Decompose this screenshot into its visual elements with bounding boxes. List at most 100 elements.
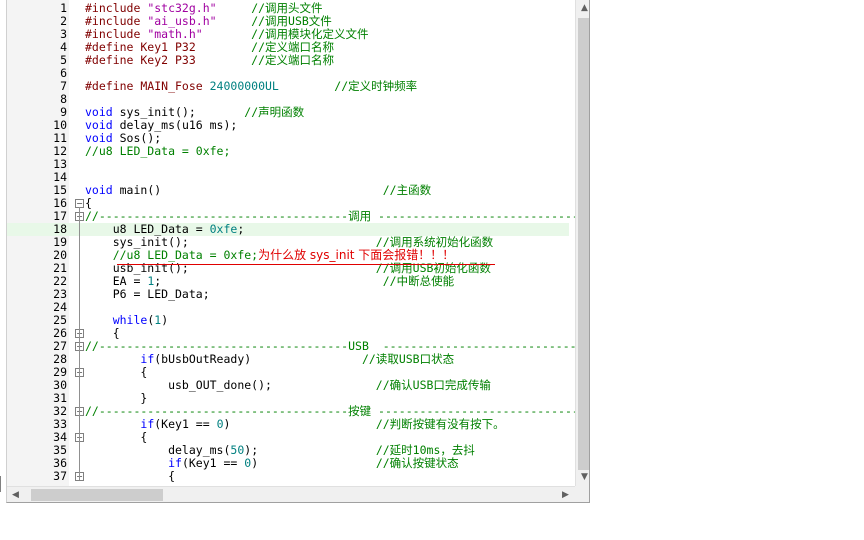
- scroll-down-button[interactable]: ▼: [576, 469, 589, 486]
- code-token: void: [85, 183, 113, 197]
- code-token: //调用USB文件: [251, 14, 332, 28]
- code-token: {: [85, 326, 120, 340]
- line-number: 7: [60, 79, 67, 93]
- code-token: delay_ms(u16 ms);: [112, 118, 238, 132]
- code-token: //延时10ms，去抖: [375, 443, 475, 457]
- code-token: void: [85, 131, 113, 145]
- code-line[interactable]: 13: [7, 158, 569, 171]
- code-line[interactable]: 7 #define MAIN_Fose 24000000UL //定义时钟频率: [7, 80, 569, 93]
- code-token: //确认USB口完成传输: [375, 378, 491, 392]
- code-token: #define Key1 P32: [85, 40, 252, 54]
- code-editor[interactable]: 1 #include "stc32g.h" //调用头文件 2 #include "a…: [6, 0, 590, 503]
- code-token: {: [85, 469, 176, 483]
- code-text: //u8 LED_Data = 0xfe;: [85, 145, 230, 158]
- window-edge: [0, 476, 4, 492]
- code-token: //调用模块化定义文件: [251, 27, 369, 41]
- code-token: "math.h": [147, 27, 203, 41]
- horizontal-scroll-thumb[interactable]: [31, 489, 163, 501]
- code-token: ): [251, 456, 376, 470]
- code-token: sys_init();: [85, 235, 376, 249]
- code-token: 0: [216, 417, 224, 431]
- code-token: Sos();: [112, 131, 162, 145]
- horizontal-scrollbar[interactable]: ◀ ▶: [7, 486, 575, 502]
- scrollbar-corner: [575, 486, 589, 502]
- code-token: if: [168, 456, 182, 470]
- code-token: 50: [230, 443, 245, 457]
- code-text: P6 = LED_Data;: [85, 288, 210, 301]
- line-number: 6: [60, 66, 67, 80]
- code-token: void: [85, 105, 113, 119]
- scroll-left-button[interactable]: ◀: [7, 487, 24, 502]
- code-token: ;: [237, 222, 245, 236]
- code-token: EA =: [85, 274, 148, 288]
- line-number: 8: [60, 92, 67, 106]
- line-number: 37: [53, 469, 67, 483]
- code-text: void main() //主函数: [85, 184, 431, 197]
- code-line[interactable]: 23 P6 = LED_Data;: [7, 288, 569, 301]
- code-token: //确认按键状态: [375, 456, 459, 470]
- code-token: //定义时钟频率: [334, 79, 418, 93]
- line-number: 4: [60, 40, 67, 54]
- code-token: //------------------------------------US…: [85, 339, 590, 353]
- code-token: #include: [85, 27, 148, 41]
- code-token: {: [85, 365, 148, 379]
- code-token: #define MAIN_Fose: [85, 79, 210, 93]
- code-token: );: [244, 443, 376, 457]
- code-text: #define Key2 P33 //定义端口名称: [85, 54, 334, 67]
- code-token: if: [140, 352, 155, 366]
- code-line[interactable]: 37− {: [7, 470, 569, 483]
- code-token: (Key1 ==: [181, 456, 245, 470]
- line-number: 5: [60, 53, 67, 67]
- code-token: //主函数: [382, 183, 432, 197]
- code-token: 0xfe: [209, 222, 238, 236]
- code-token: //调用头文件: [251, 1, 323, 15]
- code-token: u8 LED_Data =: [85, 222, 210, 236]
- arrow-up-icon: ▲: [581, 3, 588, 13]
- vertical-scrollbar[interactable]: ▲ ▼: [575, 0, 589, 486]
- code-token: //------------------------------------按键…: [85, 404, 590, 418]
- line-number: 3: [60, 27, 67, 41]
- code-text: {: [85, 470, 175, 483]
- code-token: usb_OUT_done();: [85, 378, 376, 392]
- error-annotation: 为什么放 sys_init 下面会报错！！！: [258, 248, 455, 262]
- code-token: P6 = LED_Data;: [85, 287, 210, 301]
- code-token: ): [161, 313, 169, 327]
- code-token: 24000000UL: [209, 79, 279, 93]
- code-token: delay_ms(: [85, 443, 231, 457]
- code-text: if(Key1 == 0) //判断按键有没有按下。: [85, 417, 504, 431]
- code-line[interactable]: 12//u8 LED_Data = 0xfe;: [7, 145, 569, 158]
- code-line[interactable]: 5 #define Key2 P33 //定义端口名称: [7, 54, 569, 67]
- code-token: (bUsbOutReady): [154, 352, 362, 366]
- code-token: //------------------------------------调用…: [85, 209, 590, 223]
- code-token: #include: [85, 1, 148, 15]
- fold-guide: [79, 207, 80, 480]
- line-number: 1: [60, 1, 67, 15]
- code-token: if: [140, 417, 155, 431]
- scroll-right-button[interactable]: ▶: [557, 487, 574, 502]
- scroll-up-button[interactable]: ▲: [576, 0, 589, 17]
- code-token: {: [85, 430, 148, 444]
- code-token: //定义端口名称: [251, 53, 335, 67]
- code-token: //u8 LED_Data = 0xfe;: [85, 144, 231, 158]
- code-token: //读取USB口状态: [361, 352, 455, 366]
- code-token: while: [112, 313, 148, 327]
- code-text: #define MAIN_Fose 24000000UL //定义时钟频率: [85, 80, 417, 93]
- code-token: "ai_usb.h": [147, 14, 217, 28]
- code-token: ;: [154, 274, 383, 288]
- code-token: //中断总使能: [382, 274, 455, 288]
- code-token: //声明函数: [244, 105, 305, 119]
- arrow-right-icon: ▶: [562, 490, 569, 500]
- code-token: (Key1 ==: [154, 417, 217, 431]
- code-token: //调用系统初始化函数: [375, 235, 494, 249]
- code-token: #define Key2 P33: [85, 53, 252, 67]
- vertical-scroll-thumb[interactable]: [578, 18, 589, 470]
- arrow-down-icon: ▼: [581, 472, 588, 482]
